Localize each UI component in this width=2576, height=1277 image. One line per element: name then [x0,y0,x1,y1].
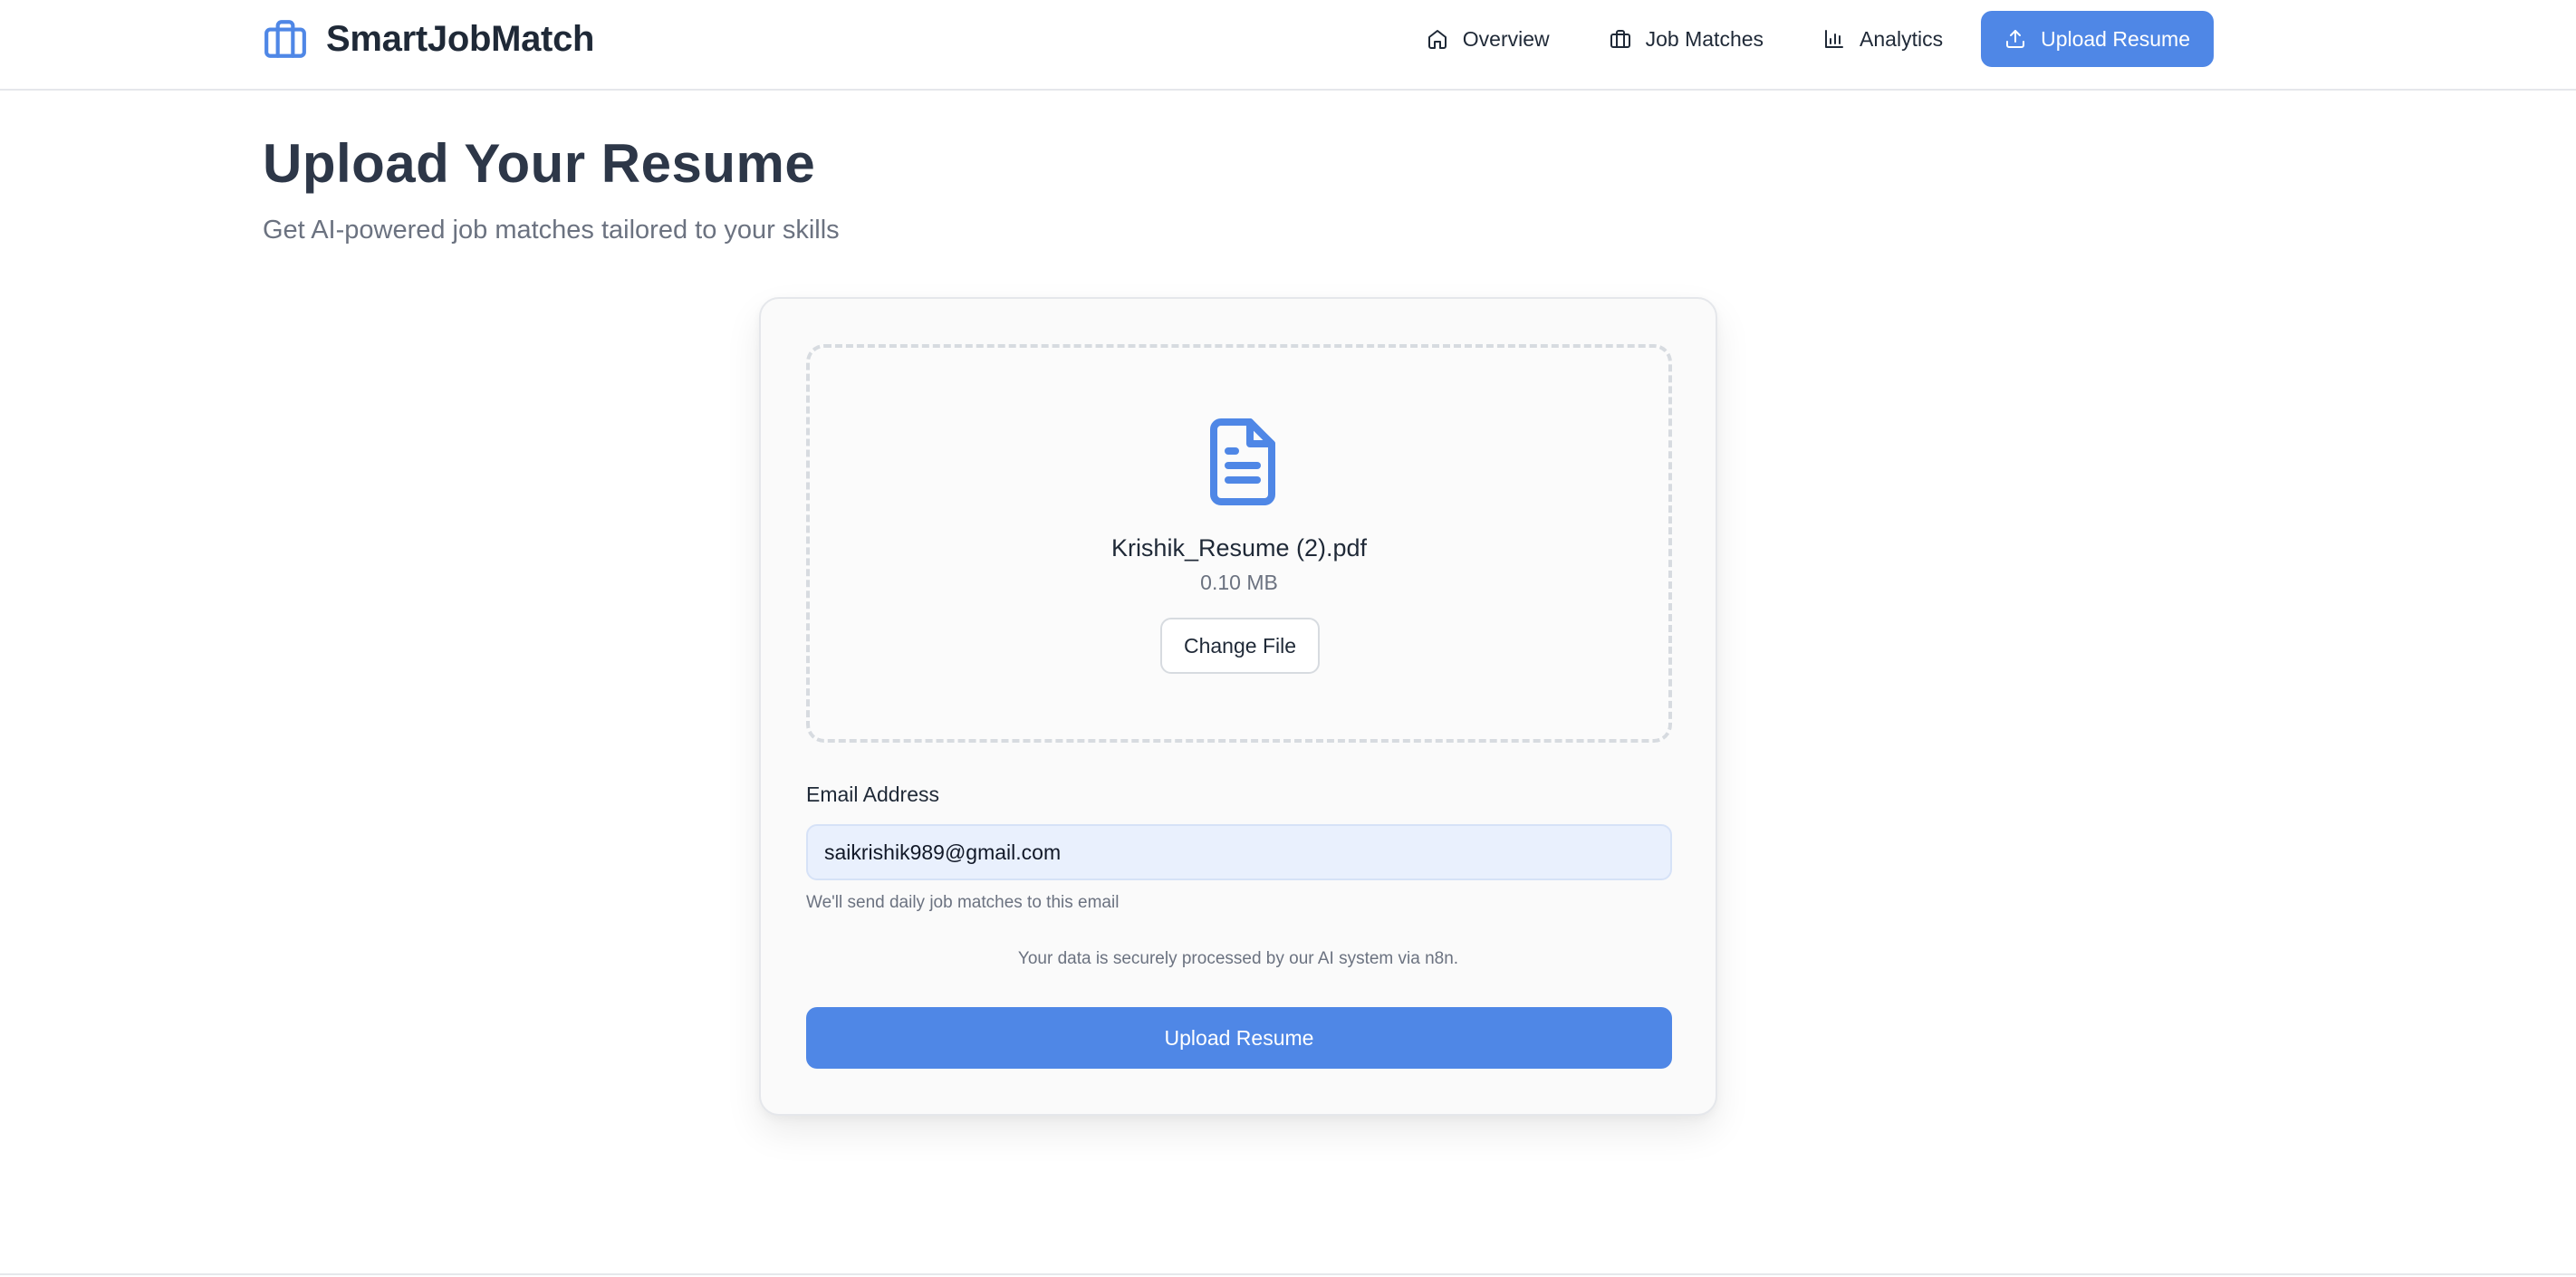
email-label: Email Address [806,783,940,806]
file-dropzone[interactable]: Krishik_Resume (2).pdf 0.10 MB Change Fi… [806,344,1672,743]
nav-item-analytics[interactable]: Analytics [1802,11,1965,67]
nav-item-label: Upload Resume [2041,26,2190,51]
briefcase-icon [264,20,306,58]
nav-item-overview[interactable]: Overview [1405,11,1572,67]
uploaded-file-size: 0.10 MB [1200,571,1278,594]
page-subtitle: Get AI-powered job matches tailored to y… [263,216,840,245]
main-nav: Overview Job Matches Analytics Upload Re… [1405,11,2214,67]
brand-name: SmartJobMatch [326,18,595,59]
top-navigation-bar: SmartJobMatch Overview Job Matches Analy… [0,0,2576,91]
security-note: Your data is securely processed by our A… [1017,949,1459,968]
brand[interactable]: SmartJobMatch [263,16,594,62]
nav-item-label: Overview [1462,26,1550,51]
email-hint: We'll send daily job matches to this ema… [806,893,1120,912]
bar-chart-icon [1825,30,1844,48]
nav-item-upload-resume[interactable]: Upload Resume [1981,11,2214,67]
home-icon [1427,30,1447,49]
nav-item-label: Analytics [1860,26,1944,51]
briefcase-icon [1610,30,1630,48]
upload-resume-button[interactable]: Upload Resume [806,1007,1672,1069]
upload-icon [2006,30,2025,48]
file-text-icon [1210,418,1275,505]
upload-card: Krishik_Resume (2).pdf 0.10 MB Change Fi… [759,297,1717,1116]
uploaded-file-name: Krishik_Resume (2).pdf [1110,534,1368,562]
email-field[interactable] [806,824,1672,880]
page-title: Upload Your Resume [263,133,816,194]
nav-item-label: Job Matches [1645,26,1764,51]
nav-item-job-matches[interactable]: Job Matches [1588,11,1785,67]
footer-divider [0,1273,2576,1275]
change-file-button[interactable]: Change File [1160,618,1320,674]
